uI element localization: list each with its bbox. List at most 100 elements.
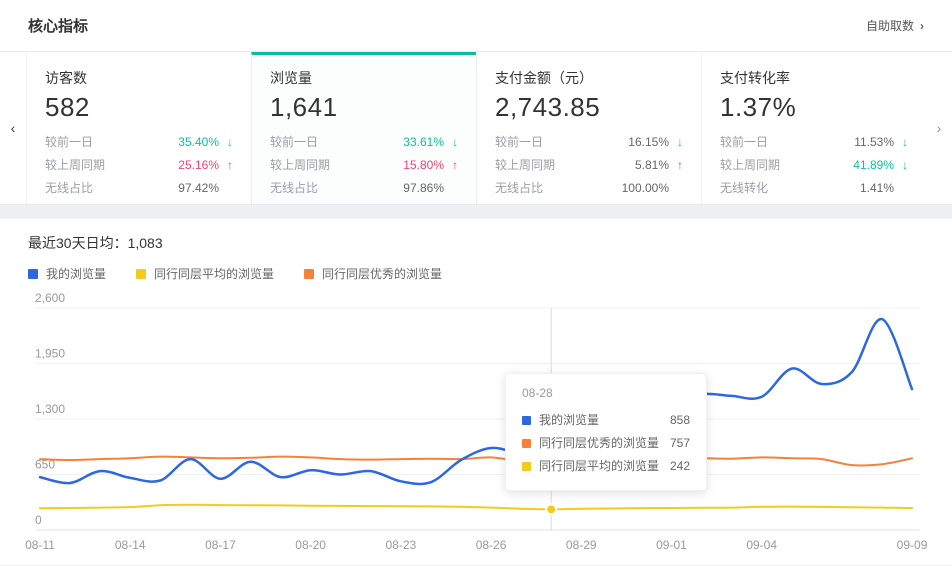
y-axis-tick-label: 2,600 bbox=[35, 291, 65, 305]
section-divider bbox=[0, 205, 952, 219]
page-title: 核心指标 bbox=[28, 15, 88, 36]
metric-value: 2,743.85 bbox=[495, 92, 683, 123]
hover-point-dot bbox=[546, 504, 556, 514]
trend-arrow-icon: ↓ bbox=[444, 131, 458, 154]
trend-label: 无线占比 bbox=[495, 177, 543, 200]
dashboard-page: 核心指标 自助取数 › ‹ 访客数 582 较前一日 35.40%↓ 较上周同期… bbox=[0, 0, 952, 566]
metric-trend-row: 较上周同期 25.16%↑ bbox=[45, 154, 233, 177]
metric-title: 支付转化率 bbox=[720, 68, 908, 88]
x-axis-tick-label: 08-29 bbox=[566, 538, 597, 552]
metric-trend-row: 较前一日 33.61%↓ bbox=[270, 131, 458, 154]
series-line[interactable] bbox=[40, 319, 912, 484]
metric-value: 1.37% bbox=[720, 92, 908, 123]
trend-label: 较上周同期 bbox=[495, 154, 555, 177]
x-axis-tick-label: 09-01 bbox=[656, 538, 687, 552]
metric-card-payment-amount[interactable]: 支付金额（元） 2,743.85 较前一日 16.15%↓ 较上周同期 5.81… bbox=[476, 52, 701, 204]
tooltip-series-value: 757 bbox=[670, 432, 690, 455]
trend-arrow-icon: ↑ bbox=[444, 154, 458, 177]
trend-value: 1.41% bbox=[860, 177, 894, 200]
tooltip-row: 同行同层优秀的浏览量 757 bbox=[522, 432, 690, 455]
metric-trend-row: 较上周同期 15.80%↑ bbox=[270, 154, 458, 177]
next-metrics-button[interactable]: › bbox=[926, 52, 952, 204]
tooltip-series-name: 同行同层平均的浏览量 bbox=[539, 455, 662, 478]
trend-value: 25.16% bbox=[178, 154, 219, 177]
series-line[interactable] bbox=[40, 457, 912, 466]
trend-arrow-icon: ↓ bbox=[669, 131, 683, 154]
x-axis-tick-label: 08-20 bbox=[295, 538, 326, 552]
trend-arrow-icon: ↓ bbox=[894, 131, 908, 154]
trend-arrow-icon: ↑ bbox=[219, 154, 233, 177]
trend-value: 35.40% bbox=[178, 131, 219, 154]
tooltip-swatch-yellow bbox=[522, 462, 531, 471]
metric-trend-row: 无线占比 97.42% bbox=[45, 177, 233, 200]
x-axis-tick-label: 08-23 bbox=[385, 538, 416, 552]
trend-label: 较前一日 bbox=[720, 131, 768, 154]
self-service-data-label: 自助取数 bbox=[866, 17, 914, 34]
metric-value: 582 bbox=[45, 92, 233, 123]
tooltip-row: 同行同层平均的浏览量 242 bbox=[522, 455, 690, 478]
metric-card-conversion-rate[interactable]: 支付转化率 1.37% 较前一日 11.53%↓ 较上周同期 41.89%↓ 无… bbox=[701, 52, 926, 204]
tooltip-series-value: 858 bbox=[670, 409, 690, 432]
trend-value: 15.80% bbox=[403, 154, 444, 177]
trend-label: 较前一日 bbox=[45, 131, 93, 154]
metric-trend-row: 较前一日 35.40%↓ bbox=[45, 131, 233, 154]
trend-value: 41.89% bbox=[853, 154, 894, 177]
trend-label: 较上周同期 bbox=[45, 154, 105, 177]
tooltip-series-value: 242 bbox=[670, 455, 690, 478]
metric-trend-row: 无线占比 100.00% bbox=[495, 177, 683, 200]
metric-trend-row: 无线占比 97.86% bbox=[270, 177, 458, 200]
trend-arrow-icon: ↓ bbox=[219, 131, 233, 154]
line-chart-canvas[interactable]: 06501,3001,9502,60008-1108-1408-1708-200… bbox=[0, 219, 952, 565]
section-header: 核心指标 自助取数 › bbox=[0, 0, 952, 52]
tooltip-series-name: 我的浏览量 bbox=[539, 409, 662, 432]
tooltip-series-name: 同行同层优秀的浏览量 bbox=[539, 432, 662, 455]
trend-label: 较前一日 bbox=[270, 131, 318, 154]
trend-label: 无线占比 bbox=[45, 177, 93, 200]
trend-value: 97.86% bbox=[403, 177, 444, 200]
x-axis-tick-label: 08-17 bbox=[205, 538, 236, 552]
metric-card-pageviews[interactable]: 浏览量 1,641 较前一日 33.61%↓ 较上周同期 15.80%↑ 无线占… bbox=[251, 52, 476, 204]
trend-value: 33.61% bbox=[403, 131, 444, 154]
tooltip-date: 08-28 bbox=[522, 386, 690, 400]
chevron-right-icon: › bbox=[937, 120, 942, 136]
trend-value: 97.42% bbox=[178, 177, 219, 200]
metric-title: 浏览量 bbox=[270, 68, 458, 88]
metric-value: 1,641 bbox=[270, 92, 458, 123]
trend-chart-section: 最近30天日均：1,083 我的浏览量 同行同层平均的浏览量 同行同层优秀的浏览… bbox=[0, 219, 952, 565]
trend-label: 较前一日 bbox=[495, 131, 543, 154]
trend-label: 较上周同期 bbox=[720, 154, 780, 177]
y-axis-tick-label: 1,950 bbox=[35, 347, 65, 361]
metric-title: 支付金额（元） bbox=[495, 68, 683, 88]
trend-label: 无线占比 bbox=[270, 177, 318, 200]
trend-label: 较上周同期 bbox=[270, 154, 330, 177]
prev-metrics-button[interactable]: ‹ bbox=[0, 52, 26, 204]
chevron-left-icon: ‹ bbox=[11, 120, 16, 136]
tooltip-swatch-blue bbox=[522, 416, 531, 425]
x-axis-tick-label: 08-11 bbox=[25, 538, 55, 552]
x-axis-tick-label: 09-04 bbox=[746, 538, 777, 552]
series-line[interactable] bbox=[40, 505, 912, 510]
trend-arrow-icon: ↓ bbox=[894, 154, 908, 177]
chart-tooltip: 08-28 我的浏览量 858 同行同层优秀的浏览量 757 同行同层平均的浏览… bbox=[505, 373, 707, 491]
y-axis-tick-label: 0 bbox=[35, 513, 42, 527]
metric-trend-row: 较前一日 11.53%↓ bbox=[720, 131, 908, 154]
metric-trend-row: 较上周同期 5.81%↑ bbox=[495, 154, 683, 177]
trend-arrow-icon: ↑ bbox=[669, 154, 683, 177]
trend-value: 11.53% bbox=[854, 131, 894, 154]
metric-trend-row: 较上周同期 41.89%↓ bbox=[720, 154, 908, 177]
metric-card-visitors[interactable]: 访客数 582 较前一日 35.40%↓ 较上周同期 25.16%↑ 无线占比 … bbox=[26, 52, 251, 204]
trend-value: 16.15% bbox=[628, 131, 669, 154]
x-axis-tick-label: 08-14 bbox=[115, 538, 146, 552]
trend-value: 5.81% bbox=[635, 154, 669, 177]
trend-value: 100.00% bbox=[622, 177, 669, 200]
metric-cards-row: ‹ 访客数 582 较前一日 35.40%↓ 较上周同期 25.16%↑ 无线占… bbox=[0, 52, 952, 205]
tooltip-swatch-orange bbox=[522, 439, 531, 448]
x-axis-tick-label: 09-09 bbox=[897, 538, 928, 552]
y-axis-tick-label: 1,300 bbox=[35, 402, 65, 416]
self-service-data-link[interactable]: 自助取数 › bbox=[866, 17, 924, 34]
chevron-right-icon: › bbox=[920, 19, 924, 33]
x-axis-tick-label: 08-26 bbox=[476, 538, 507, 552]
metric-trend-row: 无线转化 1.41% bbox=[720, 177, 908, 200]
metric-title: 访客数 bbox=[45, 68, 233, 88]
metric-trend-row: 较前一日 16.15%↓ bbox=[495, 131, 683, 154]
